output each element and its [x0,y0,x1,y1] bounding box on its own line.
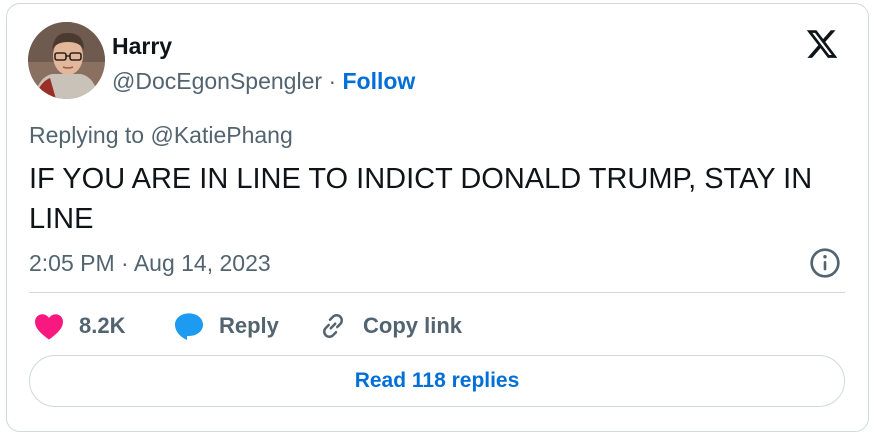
read-replies-label: Read 118 replies [354,369,520,392]
read-replies-button[interactable]: Read 118 replies [29,355,845,407]
tweet-timestamp[interactable]: 2:05 PM · Aug 14, 2023 [29,248,271,278]
info-icon[interactable] [809,247,841,279]
copy-link-button[interactable]: Copy link [317,308,462,344]
reply-context-mention: @KatiePhang [150,122,293,148]
tweet-text: IF YOU ARE IN LINE TO INDICT DONALD TRUM… [29,163,813,235]
author-avatar[interactable] [28,22,105,99]
author-handle-row: @DocEgonSpengler · Follow [112,66,415,96]
x-logo-icon[interactable] [805,27,839,61]
link-icon [323,314,343,338]
reply-bubble-icon [175,313,203,340]
reply-context[interactable]: Replying to @KatiePhang [29,120,293,150]
like-button[interactable]: 8.2K [33,308,125,344]
divider [29,292,845,293]
tweet-embed-card: Harry @DocEgonSpengler · Follow Replying… [6,3,869,432]
author-display-name[interactable]: Harry [112,32,172,60]
handle-separator: · [328,68,337,94]
heart-icon [35,314,63,340]
follow-link[interactable]: Follow [343,68,416,94]
reply-label: Reply [219,313,279,338]
copy-link-label: Copy link [363,313,463,338]
like-count: 8.2K [79,313,126,338]
reply-button[interactable]: Reply [173,308,279,344]
reply-context-prefix: Replying to [29,122,145,148]
author-handle[interactable]: @DocEgonSpengler [112,68,322,94]
avatar-image [28,22,105,99]
